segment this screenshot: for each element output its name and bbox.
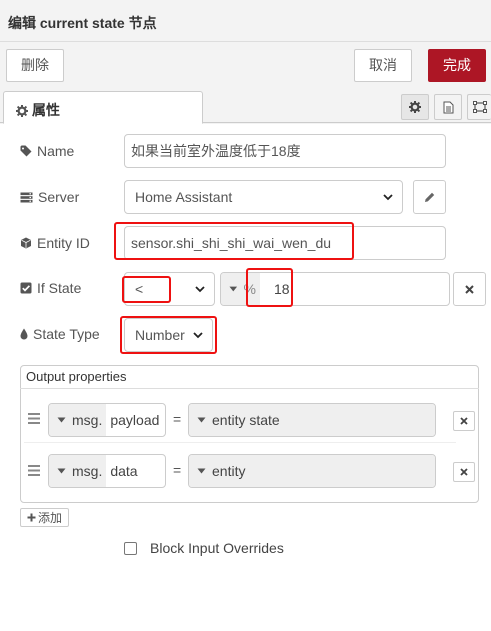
- output-value-field[interactable]: entity: [188, 454, 436, 488]
- server-icon: [20, 192, 33, 202]
- checkbox-checked-icon: [20, 282, 32, 294]
- tag-icon: [20, 145, 32, 157]
- add-property-button[interactable]: 添加: [20, 508, 69, 527]
- delete-button[interactable]: 删除: [6, 49, 64, 82]
- output-property-type[interactable]: msg.: [49, 455, 107, 487]
- tab-appearance[interactable]: [467, 94, 491, 120]
- tab-properties[interactable]: 属性: [3, 91, 203, 124]
- highlight-state-type: [120, 316, 217, 354]
- remove-row-button[interactable]: [453, 462, 475, 482]
- frame-icon: [472, 101, 487, 113]
- server-label: Server: [20, 187, 79, 207]
- file-icon: [443, 101, 453, 113]
- equals-sign: =: [173, 462, 182, 478]
- output-property-field[interactable]: msg. data: [48, 454, 166, 488]
- droplet-icon: [20, 328, 28, 340]
- plus-icon: [27, 513, 36, 522]
- edit-server-button[interactable]: [413, 180, 446, 214]
- chevron-down-icon: [195, 286, 205, 293]
- chevron-down-icon: [383, 194, 393, 201]
- close-icon: [460, 468, 468, 476]
- output-property-name[interactable]: data: [106, 455, 142, 487]
- state-type-label: State Type: [20, 324, 100, 344]
- server-select[interactable]: Home Assistant: [124, 180, 403, 214]
- dialog-title: 编辑 current state 节点: [0, 0, 491, 42]
- caret-down-icon: [197, 468, 206, 474]
- name-input[interactable]: 如果当前室外温度低于18度: [124, 134, 446, 168]
- drag-handle-icon[interactable]: [28, 413, 40, 424]
- equals-sign: =: [173, 411, 182, 427]
- highlight-operator: [122, 276, 171, 303]
- output-property-field[interactable]: msg. payload: [48, 403, 166, 437]
- gear-icon: [16, 105, 28, 117]
- close-icon: [465, 284, 474, 294]
- highlight-value: [246, 268, 293, 307]
- toolbar: [0, 42, 491, 90]
- tab-settings[interactable]: [401, 94, 429, 120]
- highlight-entity-id: [114, 222, 354, 260]
- output-property-name[interactable]: payload: [106, 404, 164, 436]
- output-properties-title: Output properties: [20, 365, 479, 389]
- caret-down-icon: [57, 468, 66, 474]
- output-value-field[interactable]: entity state: [188, 403, 436, 437]
- tab-properties-label: 属性: [32, 102, 60, 118]
- block-input-label: Block Input Overrides: [150, 540, 284, 556]
- output-value-type[interactable]: entity state: [189, 404, 435, 436]
- output-property-type[interactable]: msg.: [49, 404, 107, 436]
- entity-id-label: Entity ID: [20, 233, 90, 253]
- drag-handle-icon[interactable]: [28, 465, 40, 476]
- gear-icon: [409, 101, 421, 113]
- caret-down-icon: [57, 417, 66, 423]
- clear-if-state-button[interactable]: [453, 272, 486, 306]
- cube-icon: [21, 237, 31, 249]
- close-icon: [460, 417, 468, 425]
- done-button[interactable]: 完成: [428, 49, 486, 82]
- caret-down-icon: [229, 286, 238, 292]
- block-input-overrides[interactable]: Block Input Overrides: [124, 540, 284, 556]
- if-state-label: If State: [20, 278, 81, 298]
- name-label: Name: [20, 141, 74, 161]
- cancel-button[interactable]: 取消: [354, 49, 412, 82]
- pencil-icon: [425, 192, 435, 202]
- tab-description[interactable]: [434, 94, 462, 120]
- output-value-type[interactable]: entity: [189, 455, 435, 487]
- remove-row-button[interactable]: [453, 411, 475, 431]
- caret-down-icon: [197, 417, 206, 423]
- block-input-checkbox[interactable]: [124, 541, 137, 555]
